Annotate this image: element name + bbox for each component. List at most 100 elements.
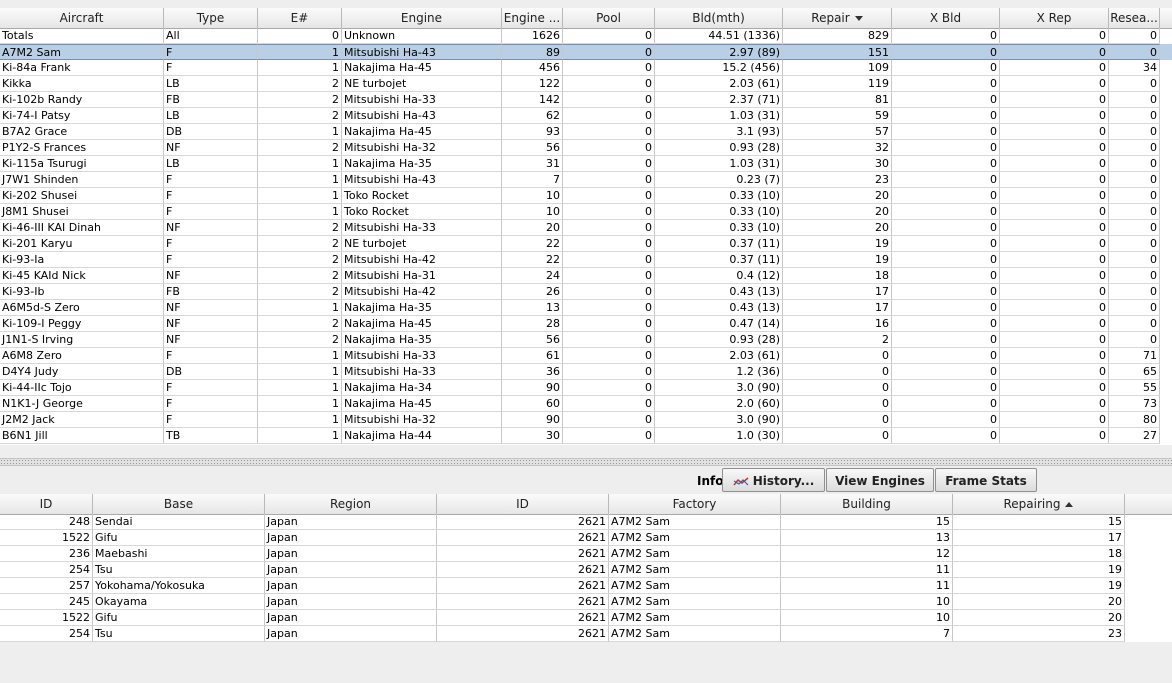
table-row[interactable]: 236 Maebashi Japan 2621 A7M2 Sam 12 18 — [0, 546, 1172, 562]
table-cell: 65 — [1109, 364, 1160, 380]
table-cell: F — [164, 380, 258, 396]
table-row[interactable]: Ki-201 Karyu F 2 NE turbojet 22 0 0.37 (11) 19 0… — [0, 236, 1172, 252]
table-cell: 0 — [1000, 156, 1109, 172]
factory-header-0[interactable]: ID — [0, 494, 93, 514]
aircraft-header-2[interactable]: E# — [258, 8, 342, 28]
factory-header-2[interactable]: Region — [265, 494, 437, 514]
table-cell: 0 — [563, 396, 655, 412]
table-row[interactable]: Ki-115a Tsurugi LB 1 Nakajima Ha-35 31 0 1.03 … — [0, 156, 1172, 172]
table-cell: 20 — [953, 594, 1125, 610]
table-row[interactable]: Ki-84a Frank F 1 Nakajima Ha-45 456 0 15.2 (45… — [0, 60, 1172, 76]
table-cell: 0 — [892, 236, 1000, 252]
table-row[interactable]: B6N1 Jill TB 1 Nakajima Ha-44 30 0 1.0 (30) 0 0 0… — [0, 428, 1172, 444]
table-cell: 0 — [1109, 332, 1160, 348]
table-row[interactable]: A7M2 Sam F 1 Mitsubishi Ha-43 89 0 2.97 (89) 15… — [0, 44, 1172, 60]
frame-stats-button[interactable]: Frame Stats — [935, 468, 1037, 492]
aircraft-header-7[interactable]: Repair — [783, 8, 892, 28]
table-row[interactable]: B7A2 Grace DB 1 Nakajima Ha-45 93 0 3.1 (93) 57… — [0, 124, 1172, 140]
table-cell: 3.1 (93) — [655, 124, 783, 140]
table-cell: 0.4 (12) — [655, 268, 783, 284]
table-row[interactable]: J2M2 Jack F 1 Mitsubishi Ha-32 90 0 3.0 (90) 0 0… — [0, 412, 1172, 428]
table-row[interactable]: 248 Sendai Japan 2621 A7M2 Sam 15 15 — [0, 514, 1172, 530]
aircraft-header-8[interactable]: X Bld — [892, 8, 1000, 28]
table-row[interactable]: P1Y2-S Frances NF 2 Mitsubishi Ha-32 56 0 0.93… — [0, 140, 1172, 156]
table-row[interactable]: Ki-45 KAId Nick NF 2 Mitsubishi Ha-31 24 0 0.4… — [0, 268, 1172, 284]
table-cell: 19 — [783, 236, 892, 252]
aircraft-header-1[interactable]: Type — [164, 8, 258, 28]
table-row[interactable]: 1522 Gifu Japan 2621 A7M2 Sam 10 20 — [0, 610, 1172, 626]
aircraft-header-10[interactable]: Resea... — [1109, 8, 1160, 28]
table-row[interactable]: Ki-102b Randy FB 2 Mitsubishi Ha-33 142 0 2.37… — [0, 92, 1172, 108]
table-cell: 1 — [258, 412, 342, 428]
table-cell: 0 — [1000, 412, 1109, 428]
factory-header-3[interactable]: ID — [437, 494, 609, 514]
history-button[interactable]: History... — [722, 468, 825, 492]
factory-table[interactable]: ID Base Region ID Factory Building Repairing 2… — [0, 494, 1172, 642]
table-cell: 0 — [1109, 92, 1160, 108]
table-cell: 0 — [892, 108, 1000, 124]
table-row[interactable]: J1N1-S Irving NF 2 Nakajima Ha-35 56 0 0.93 (2… — [0, 332, 1172, 348]
table-row[interactable]: Kikka LB 2 NE turbojet 122 0 2.03 (61) 119 0 0 0 — [0, 76, 1172, 92]
table-row[interactable]: Ki-74-I Patsy LB 2 Mitsubishi Ha-43 62 0 1.03 … — [0, 108, 1172, 124]
table-cell: LB — [164, 156, 258, 172]
table-row[interactable]: D4Y4 Judy DB 1 Mitsubishi Ha-33 36 0 1.2 (36) 0… — [0, 364, 1172, 380]
table-cell: 1.03 (31) — [655, 156, 783, 172]
table-cell: 0.33 (10) — [655, 220, 783, 236]
table-cell: 1 — [258, 124, 342, 140]
table-row[interactable]: J8M1 Shusei F 1 Toko Rocket 10 0 0.33 (10) 20 0 0… — [0, 204, 1172, 220]
table-row[interactable]: Ki-93-Ib FB 2 Mitsubishi Ha-42 26 0 0.43 (13) 1… — [0, 284, 1172, 300]
table-cell: 0 — [783, 428, 892, 444]
column-header-label: Base — [163, 497, 194, 511]
table-row[interactable]: 254 Tsu Japan 2621 A7M2 Sam 11 19 — [0, 562, 1172, 578]
table-cell: 80 — [1109, 412, 1160, 428]
factory-header-1[interactable]: Base — [93, 494, 265, 514]
table-row[interactable]: Ki-93-Ia F 2 Mitsubishi Ha-42 22 0 0.37 (11) 19… — [0, 252, 1172, 268]
table-row[interactable]: J7W1 Shinden F 1 Mitsubishi Ha-43 7 0 0.23 (7)… — [0, 172, 1172, 188]
split-pane-divider[interactable] — [0, 458, 1172, 466]
table-row[interactable]: Ki-109-I Peggy NF 2 Nakajima Ha-45 28 0 0.47 (… — [0, 316, 1172, 332]
table-row[interactable]: 254 Tsu Japan 2621 A7M2 Sam 7 23 — [0, 626, 1172, 642]
table-cell: 1.2 (36) — [655, 364, 783, 380]
table-row[interactable]: 1522 Gifu Japan 2621 A7M2 Sam 13 17 — [0, 530, 1172, 546]
factory-header-6[interactable]: Repairing — [953, 494, 1125, 514]
table-row[interactable]: Totals All 0 Unknown 1626 0 44.51 (1336) 829 0 0 0 — [0, 28, 1172, 44]
table-row[interactable]: 257 Yokohama/Yokosuka Japan 2621 A7M2 Sam 11 1… — [0, 578, 1172, 594]
factory-header-4[interactable]: Factory — [609, 494, 781, 514]
aircraft-header-9[interactable]: X Rep — [1000, 8, 1109, 28]
table-cell: 20 — [783, 204, 892, 220]
table-cell: 23 — [783, 172, 892, 188]
table-row[interactable]: A6M8 Zero F 1 Mitsubishi Ha-33 61 0 2.03 (61) 0… — [0, 348, 1172, 364]
table-row[interactable]: A6M5d-S Zero NF 1 Nakajima Ha-35 13 0 0.43 (13… — [0, 300, 1172, 316]
column-header-label: ID — [516, 497, 529, 511]
table-cell: F — [164, 188, 258, 204]
table-cell: 0 — [1000, 252, 1109, 268]
table-row[interactable]: Ki-44-IIc Tojo F 1 Nakajima Ha-34 90 0 3.0 (90… — [0, 380, 1172, 396]
table-cell: 0 — [892, 76, 1000, 92]
aircraft-header-6[interactable]: Bld(mth) — [655, 8, 783, 28]
table-row[interactable]: 245 Okayama Japan 2621 A7M2 Sam 10 20 — [0, 594, 1172, 610]
table-cell: 0 — [892, 316, 1000, 332]
table-cell: 0 — [892, 300, 1000, 316]
table-row[interactable]: N1K1-J George F 1 Nakajima Ha-45 60 0 2.0 (60)… — [0, 396, 1172, 412]
table-cell: F — [164, 348, 258, 364]
table-cell: 2 — [258, 92, 342, 108]
table-cell: 2 — [258, 220, 342, 236]
table-cell: Totals — [0, 28, 164, 44]
aircraft-header-0[interactable]: Aircraft — [0, 8, 164, 28]
aircraft-header-5[interactable]: Pool — [563, 8, 655, 28]
table-cell: 73 — [1109, 396, 1160, 412]
table-cell: 0 — [1109, 252, 1160, 268]
aircraft-header-3[interactable]: Engine — [342, 8, 502, 28]
table-cell: 56 — [502, 140, 563, 156]
table-cell: 2 — [258, 332, 342, 348]
view-engines-button[interactable]: View Engines — [826, 468, 934, 492]
table-cell: 0.33 (10) — [655, 204, 783, 220]
table-cell: 81 — [783, 92, 892, 108]
aircraft-header-4[interactable]: Engine ... — [502, 8, 563, 28]
table-cell: NF — [164, 316, 258, 332]
factory-header-5[interactable]: Building — [781, 494, 953, 514]
table-row[interactable]: Ki-202 Shusei F 1 Toko Rocket 10 0 0.33 (10) 20… — [0, 188, 1172, 204]
table-row[interactable]: Ki-46-III KAI Dinah NF 2 Mitsubishi Ha-33 20… — [0, 220, 1172, 236]
aircraft-production-table[interactable]: Aircraft Type E# Engine Engine ... Pool Bld(mt… — [0, 8, 1172, 445]
table-cell: 0 — [892, 140, 1000, 156]
